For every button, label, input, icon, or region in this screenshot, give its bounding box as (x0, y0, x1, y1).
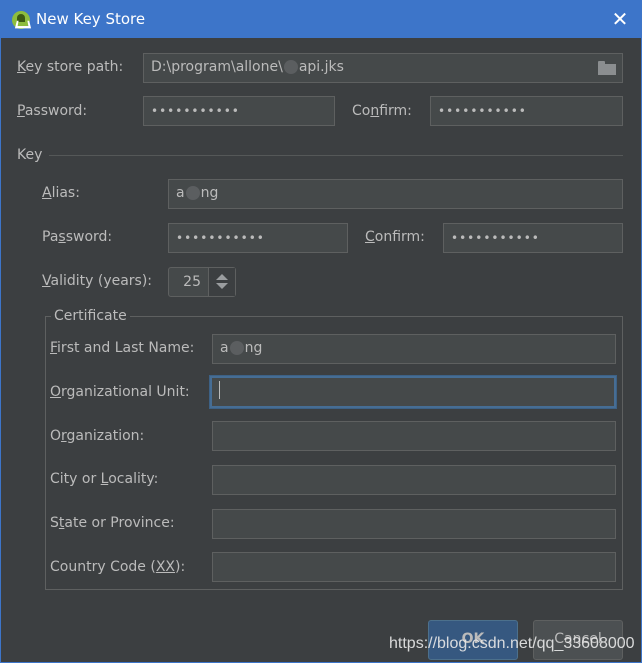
close-icon[interactable]: ✕ (611, 9, 629, 29)
state-label: State or Province: (50, 515, 175, 531)
redaction-blur (185, 186, 200, 200)
key-confirm-label: Confirm: (365, 229, 425, 245)
state-input[interactable] (212, 509, 616, 539)
text-caret (219, 381, 220, 399)
validity-label: Validity (years): (42, 273, 153, 289)
country-code-input[interactable] (212, 552, 616, 582)
first-last-name-input[interactable]: a ng (212, 334, 616, 364)
decrement-arrow-icon[interactable] (216, 283, 228, 289)
alias-label: Alias: (42, 185, 80, 201)
name-value-suffix: ng (244, 340, 263, 356)
keystore-password-label: Password: (17, 103, 88, 119)
title-bar: New Key Store ✕ (1, 1, 641, 38)
redaction-blur (283, 60, 298, 74)
folder-icon[interactable] (598, 61, 616, 75)
organization-input[interactable] (212, 421, 616, 451)
new-key-store-dialog: New Key Store ✕ Key store path: D:\progr… (0, 0, 642, 663)
increment-arrow-icon[interactable] (216, 274, 228, 280)
dialog-title: New Key Store (36, 10, 146, 28)
alias-value-prefix: a (176, 185, 185, 201)
keystore-confirm-label: Confirm: (352, 103, 412, 119)
keystore-path-label: Key store path: (17, 59, 124, 75)
keystore-confirm-input[interactable]: ••••••••••• (430, 96, 623, 126)
key-section-title: Key (17, 147, 43, 163)
key-section-divider (49, 155, 623, 156)
organization-label: Organization: (50, 428, 145, 444)
name-value-prefix: a (220, 340, 229, 356)
org-unit-input[interactable] (210, 376, 616, 408)
key-confirm-input[interactable]: ••••••••••• (443, 223, 623, 253)
city-label: City or Locality: (50, 471, 159, 487)
validity-value[interactable]: 25 (169, 268, 208, 296)
keystore-path-prefix: D:\program\allone\ (151, 59, 283, 75)
alias-value-suffix: ng (200, 185, 219, 201)
keystore-path-suffix: api.jks (298, 59, 344, 75)
android-studio-icon (12, 11, 30, 29)
keystore-password-input[interactable]: ••••••••••• (143, 96, 335, 126)
key-password-label: Password: (42, 229, 113, 245)
redaction-blur (229, 341, 244, 355)
spinner-buttons[interactable] (208, 268, 235, 296)
country-code-label: Country Code (XX): (50, 559, 186, 575)
key-password-input[interactable]: ••••••••••• (168, 223, 348, 253)
certificate-title: Certificate (51, 308, 130, 324)
validity-spinner[interactable]: 25 (168, 267, 236, 297)
alias-input[interactable]: a ng (168, 179, 623, 209)
keystore-path-input[interactable]: D:\program\allone\ api.jks (143, 53, 623, 83)
city-input[interactable] (212, 465, 616, 495)
first-last-name-label: First and Last Name: (50, 340, 195, 356)
org-unit-label: Organizational Unit: (50, 384, 190, 400)
watermark-text: https://blog.csdn.net/qq_33608000 (389, 635, 635, 652)
